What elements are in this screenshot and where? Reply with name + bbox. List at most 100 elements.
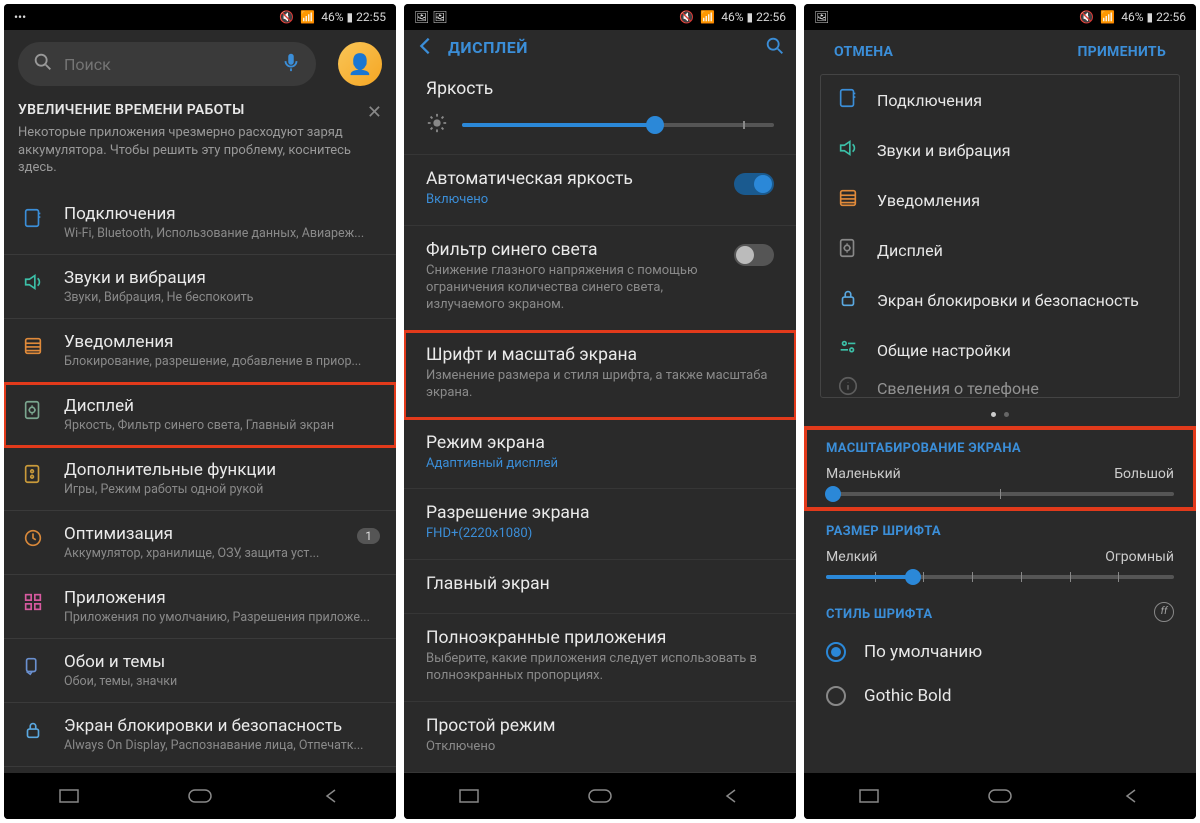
blue-filter-sub: Снижение глазного напряжения с помощью о… [426, 263, 720, 314]
search-bar[interactable] [18, 42, 316, 86]
signal-icon: 📶 [700, 10, 715, 24]
resolution-row[interactable]: Разрешение экрана FHD+(2220x1080) [404, 489, 796, 560]
preview-item-lock: Экран блокировки и безопасность [821, 275, 1179, 325]
setting-title: Обои и темы [64, 652, 380, 672]
setting-item-lock[interactable]: Экран блокировки и безопасность Always O… [4, 703, 396, 767]
brightness-slider[interactable] [462, 123, 774, 127]
status-bar: 🖼 🖼 🔇 📶 46% ▮ 22:56 [404, 4, 796, 30]
pager-dot [991, 412, 996, 417]
back-icon[interactable] [414, 35, 436, 61]
preview-category-list: Подключения Звуки и вибрация Уведомления… [820, 74, 1180, 398]
avatar-icon[interactable]: 👤 [338, 42, 382, 86]
back-key[interactable] [319, 784, 343, 808]
font-scale-row[interactable]: Шрифт и масштаб экрана Изменение размера… [404, 331, 796, 419]
setting-item-optim[interactable]: Оптимизация Аккумулятор, хранилище, ОЗУ,… [4, 511, 396, 575]
font-style-option[interactable]: По умолчанию [804, 630, 1196, 674]
search-input[interactable] [64, 55, 270, 74]
auto-brightness-sub: Включено [426, 192, 720, 209]
screen-mode-title: Режим экрана [426, 433, 774, 453]
preview-item-display: Дисплей [821, 225, 1179, 275]
radio-icon [826, 642, 846, 662]
phone-font-scale-settings: 🖼 🔇 📶 46% ▮ 22:56 ОТМЕНА ПРИМЕНИТЬ Подкл… [804, 4, 1196, 819]
scale-heading: МАСШТАБИРОВАНИЕ ЭКРАНА [804, 427, 1196, 464]
connections-icon [20, 204, 46, 229]
tip-title: УВЕЛИЧЕНИЕ ВРЕМЕНИ РАБОТЫ [18, 102, 382, 118]
setting-subtitle: Блокирование, разрешение, добавление в п… [64, 354, 380, 369]
preview-label: Общие настройки [877, 341, 1011, 360]
preview-item-general: Общие настройки [821, 325, 1179, 375]
home-key[interactable] [188, 784, 212, 808]
setting-item-notif[interactable]: Уведомления Блокирование, разрешение, до… [4, 319, 396, 383]
home-screen-row[interactable]: Главный экран [404, 560, 796, 614]
tip-body: Некоторые приложения чрезмерно расходуют… [18, 124, 382, 177]
setting-subtitle: Приложения по умолчанию, Разрешения прил… [64, 610, 380, 625]
battery-tip-card[interactable]: УВЕЛИЧЕНИЕ ВРЕМЕНИ РАБОТЫ Некоторые прил… [18, 102, 382, 177]
scale-max-label: Большой [1114, 466, 1174, 482]
font-scale-title: Шрифт и масштаб экрана [426, 345, 774, 365]
setting-title: Звуки и вибрация [64, 268, 380, 288]
fullscreen-sub: Выберите, какие приложения следует испол… [426, 651, 774, 685]
lock-icon [20, 716, 46, 741]
blue-filter-row[interactable]: Фильтр синего света Снижение глазного на… [404, 226, 796, 331]
setting-title: Дополнительные функции [64, 460, 380, 480]
setting-title: Подключения [64, 204, 380, 224]
scale-slider[interactable] [826, 492, 1174, 496]
signal-icon: 📶 [1100, 10, 1115, 24]
font-style-label: По умолчанию [864, 642, 982, 662]
simple-mode-row[interactable]: Простой режим Отключено [404, 702, 796, 773]
search-icon[interactable] [764, 35, 786, 61]
setting-item-display[interactable]: Дисплей Яркость, Фильтр синего света, Гл… [4, 383, 396, 447]
font-heading: РАЗМЕР ШРИФТА [804, 510, 1196, 547]
setting-title: Оптимизация [64, 524, 339, 544]
status-bar: 🖼 🔇 📶 46% ▮ 22:56 [804, 4, 1196, 30]
simple-sub: Отключено [426, 739, 774, 756]
settings-list: Подключения Wi-Fi, Bluetooth, Использова… [4, 191, 396, 773]
fullscreen-apps-row[interactable]: Полноэкранные приложения Выберите, какие… [404, 614, 796, 702]
auto-brightness-toggle[interactable] [734, 173, 774, 195]
display-options-list: Яркость Автоматическая яркость Включено [404, 65, 796, 773]
back-key[interactable] [719, 784, 743, 808]
cancel-button[interactable]: ОТМЕНА [834, 44, 893, 60]
screen-mode-row[interactable]: Режим экрана Адаптивный дисплей [404, 419, 796, 490]
screenshot-icon: 🖼 [814, 10, 829, 24]
recents-key[interactable] [457, 784, 481, 808]
blue-filter-toggle[interactable] [734, 244, 774, 266]
setting-item-connections[interactable]: Подключения Wi-Fi, Bluetooth, Использова… [4, 191, 396, 255]
status-right: 46% ▮ 22:56 [1121, 10, 1186, 24]
home-key[interactable] [588, 784, 612, 808]
recents-key[interactable] [57, 784, 81, 808]
connections-icon [837, 87, 859, 113]
font-slider[interactable] [826, 575, 1174, 579]
preview-label: Уведомления [877, 191, 980, 210]
notif-icon [837, 187, 859, 213]
lock-icon [837, 287, 859, 313]
auto-brightness-row[interactable]: Автоматическая яркость Включено [404, 155, 796, 226]
home-key[interactable] [988, 784, 1012, 808]
advanced-icon [20, 460, 46, 485]
setting-subtitle: Игры, Режим работы одной рукой [64, 482, 380, 497]
appbar-title: ДИСПЛЕЙ [448, 38, 752, 57]
flipfont-icon[interactable]: ff [1154, 602, 1174, 622]
setting-item-sound[interactable]: Звуки и вибрация Звуки, Вибрация, Не бес… [4, 255, 396, 319]
back-key[interactable] [1119, 784, 1143, 808]
font-style-option[interactable]: Gothic Bold [804, 674, 1196, 718]
close-icon[interactable]: ✕ [367, 102, 382, 123]
screen-scale-section: МАСШТАБИРОВАНИЕ ЭКРАНА Маленький Большой [804, 427, 1196, 510]
setting-item-apps[interactable]: Приложения Приложения по умолчанию, Разр… [4, 575, 396, 639]
brightness-slider-row [404, 106, 796, 155]
setting-subtitle: Аккумулятор, хранилище, ОЗУ, защита уст.… [64, 546, 339, 561]
sound-icon [20, 268, 46, 293]
screen-mode-sub: Адаптивный дисплей [426, 456, 774, 473]
setting-item-wallpaper[interactable]: Обои и темы Обои, темы, значки [4, 639, 396, 703]
blue-filter-title: Фильтр синего света [426, 240, 720, 260]
font-style-section: СТИЛЬ ШРИФТА ff По умолчанию Gothic Bold [804, 593, 1196, 718]
setting-subtitle: Wi-Fi, Bluetooth, Использование данных, … [64, 226, 380, 241]
preview-label: Звуки и вибрация [877, 141, 1010, 160]
mic-icon[interactable] [280, 51, 302, 77]
setting-title: Уведомления [64, 332, 380, 352]
apply-button[interactable]: ПРИМЕНИТЬ [1077, 44, 1166, 60]
setting-item-advanced[interactable]: Дополнительные функции Игры, Режим работ… [4, 447, 396, 511]
recents-key[interactable] [857, 784, 881, 808]
about-icon [837, 375, 859, 397]
mute-icon: 🔇 [1079, 10, 1094, 24]
